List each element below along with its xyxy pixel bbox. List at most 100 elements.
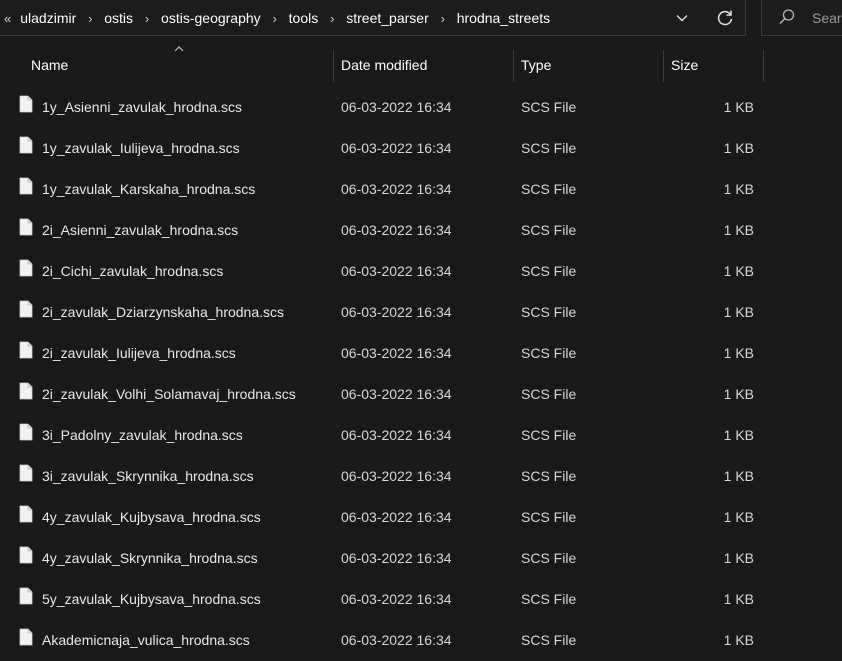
column-header-row: Name Date modified Type Size (0, 44, 842, 84)
column-header-date-modified[interactable]: Date modified (341, 50, 511, 80)
file-type: SCS File (521, 140, 577, 156)
file-name: 3i_zavulak_Skrynnika_hrodna.scs (42, 468, 254, 484)
file-type: SCS File (521, 509, 577, 525)
column-divider[interactable] (513, 50, 514, 82)
file-type: SCS File (521, 99, 577, 115)
file-size: 1 KB (723, 427, 754, 443)
file-name: 3i_Padolny_zavulak_hrodna.scs (42, 427, 243, 443)
file-row[interactable]: 4y_zavulak_Skrynnika_hrodna.scs 06-03-202… (0, 538, 842, 579)
file-name: 2i_Cichi_zavulak_hrodna.scs (42, 263, 224, 279)
file-size: 1 KB (723, 386, 754, 402)
file-icon (19, 177, 33, 198)
column-divider[interactable] (763, 50, 764, 82)
file-row[interactable]: 2i_zavulak_Iulijeva_hrodna.scs 06-03-2022… (0, 333, 842, 374)
column-header-type[interactable]: Type (521, 50, 661, 80)
file-row[interactable]: 5y_zavulak_Kujbysava_hrodna.scs 06-03-202… (0, 579, 842, 620)
refresh-button[interactable] (711, 4, 739, 32)
file-date-modified: 06-03-2022 16:34 (341, 386, 452, 402)
file-size: 1 KB (723, 509, 754, 525)
file-row[interactable]: 2i_zavulak_Dziarzynskaha_hrodna.scs 06-03… (0, 292, 842, 333)
column-divider[interactable] (333, 50, 334, 82)
file-type: SCS File (521, 345, 577, 361)
file-icon (19, 546, 33, 567)
file-row[interactable]: 1y_Asienni_zavulak_hrodna.scs 06-03-2022 … (0, 87, 842, 128)
file-date-modified: 06-03-2022 16:34 (341, 632, 452, 648)
file-type: SCS File (521, 386, 577, 402)
file-type: SCS File (521, 181, 577, 197)
file-date-modified: 06-03-2022 16:34 (341, 427, 452, 443)
breadcrumb-separator[interactable]: › (78, 11, 102, 26)
file-date-modified: 06-03-2022 16:34 (341, 550, 452, 566)
file-icon (19, 218, 33, 239)
column-divider[interactable] (663, 50, 664, 82)
breadcrumb-separator[interactable]: › (263, 11, 287, 26)
file-name: 2i_zavulak_Iulijeva_hrodna.scs (42, 345, 236, 361)
file-name: 2i_zavulak_Dziarzynskaha_hrodna.scs (42, 304, 285, 320)
breadcrumb-separator[interactable]: › (135, 11, 159, 26)
file-icon (19, 136, 33, 157)
breadcrumb-item-hrodna-streets[interactable]: hrodna_streets (455, 10, 552, 26)
file-date-modified: 06-03-2022 16:34 (341, 222, 452, 238)
refresh-icon (717, 10, 733, 26)
file-size: 1 KB (723, 99, 754, 115)
file-date-modified: 06-03-2022 16:34 (341, 304, 452, 320)
file-icon (19, 382, 33, 403)
file-row[interactable]: 4y_zavulak_Kujbysava_hrodna.scs 06-03-202… (0, 497, 842, 538)
column-header-size[interactable]: Size (671, 50, 761, 80)
file-size: 1 KB (723, 550, 754, 566)
file-size: 1 KB (723, 222, 754, 238)
breadcrumb-separator[interactable]: › (431, 11, 455, 26)
file-icon (19, 587, 33, 608)
breadcrumb-item-ostis[interactable]: ostis (102, 10, 135, 26)
file-row[interactable]: 2i_zavulak_Volhi_Solamavaj_hrodna.scs 06-… (0, 374, 842, 415)
file-type: SCS File (521, 304, 577, 320)
file-row[interactable]: Akademicnaja_vulica_hrodna.scs 06-03-2022… (0, 620, 842, 661)
breadcrumb-separator[interactable]: › (320, 11, 344, 26)
file-size: 1 KB (723, 140, 754, 156)
chevron-down-icon (676, 15, 688, 22)
file-row[interactable]: 2i_Asienni_zavulak_hrodna.scs 06-03-2022 … (0, 210, 842, 251)
file-date-modified: 06-03-2022 16:34 (341, 591, 452, 607)
breadcrumb-item-street-parser[interactable]: street_parser (344, 10, 430, 26)
file-icon (19, 505, 33, 526)
file-size: 1 KB (723, 304, 754, 320)
breadcrumb-item-ostis-geography[interactable]: ostis-geography (159, 10, 263, 26)
file-name: 2i_zavulak_Volhi_Solamavaj_hrodna.scs (42, 386, 296, 402)
file-size: 1 KB (723, 345, 754, 361)
file-type: SCS File (521, 591, 577, 607)
file-row[interactable]: 3i_Padolny_zavulak_hrodna.scs 06-03-2022 … (0, 415, 842, 456)
file-row[interactable]: 1y_zavulak_Karskaha_hrodna.scs 06-03-2022… (0, 169, 842, 210)
file-name: 5y_zavulak_Kujbysava_hrodna.scs (42, 591, 261, 607)
file-type: SCS File (521, 263, 577, 279)
address-history-button[interactable] (668, 4, 696, 32)
file-name: Akademicnaja_vulica_hrodna.scs (42, 632, 250, 648)
file-size: 1 KB (723, 181, 754, 197)
file-row[interactable]: 1y_zavulak_Iulijeva_hrodna.scs 06-03-2022… (0, 128, 842, 169)
file-date-modified: 06-03-2022 16:34 (341, 509, 452, 525)
top-bar: « uladzimir › ostis › ostis-geography › … (0, 0, 842, 38)
file-date-modified: 06-03-2022 16:34 (341, 345, 452, 361)
search-icon (779, 9, 795, 24)
search-box[interactable] (761, 0, 842, 36)
search-input[interactable] (810, 7, 842, 29)
file-name: 1y_Asienni_zavulak_hrodna.scs (42, 99, 243, 115)
address-bar[interactable]: « uladzimir › ostis › ostis-geography › … (0, 0, 746, 36)
file-size: 1 KB (723, 591, 754, 607)
file-date-modified: 06-03-2022 16:34 (341, 140, 452, 156)
file-row[interactable]: 3i_zavulak_Skrynnika_hrodna.scs 06-03-202… (0, 456, 842, 497)
file-icon (19, 259, 33, 280)
column-header-name[interactable]: Name (31, 50, 331, 80)
file-name: 1y_zavulak_Karskaha_hrodna.scs (42, 181, 256, 197)
file-icon (19, 300, 33, 321)
breadcrumb-item-tools[interactable]: tools (287, 10, 321, 26)
file-name: 4y_zavulak_Kujbysava_hrodna.scs (42, 509, 261, 525)
file-size: 1 KB (723, 263, 754, 279)
file-row[interactable]: 2i_Cichi_zavulak_hrodna.scs 06-03-2022 16… (0, 251, 842, 292)
breadcrumb-item-uladzimir[interactable]: uladzimir (18, 10, 78, 26)
file-icon (19, 95, 33, 116)
breadcrumb-more-button[interactable]: « (4, 11, 11, 26)
file-icon (19, 341, 33, 362)
file-date-modified: 06-03-2022 16:34 (341, 181, 452, 197)
file-icon (19, 423, 33, 444)
file-type: SCS File (521, 632, 577, 648)
